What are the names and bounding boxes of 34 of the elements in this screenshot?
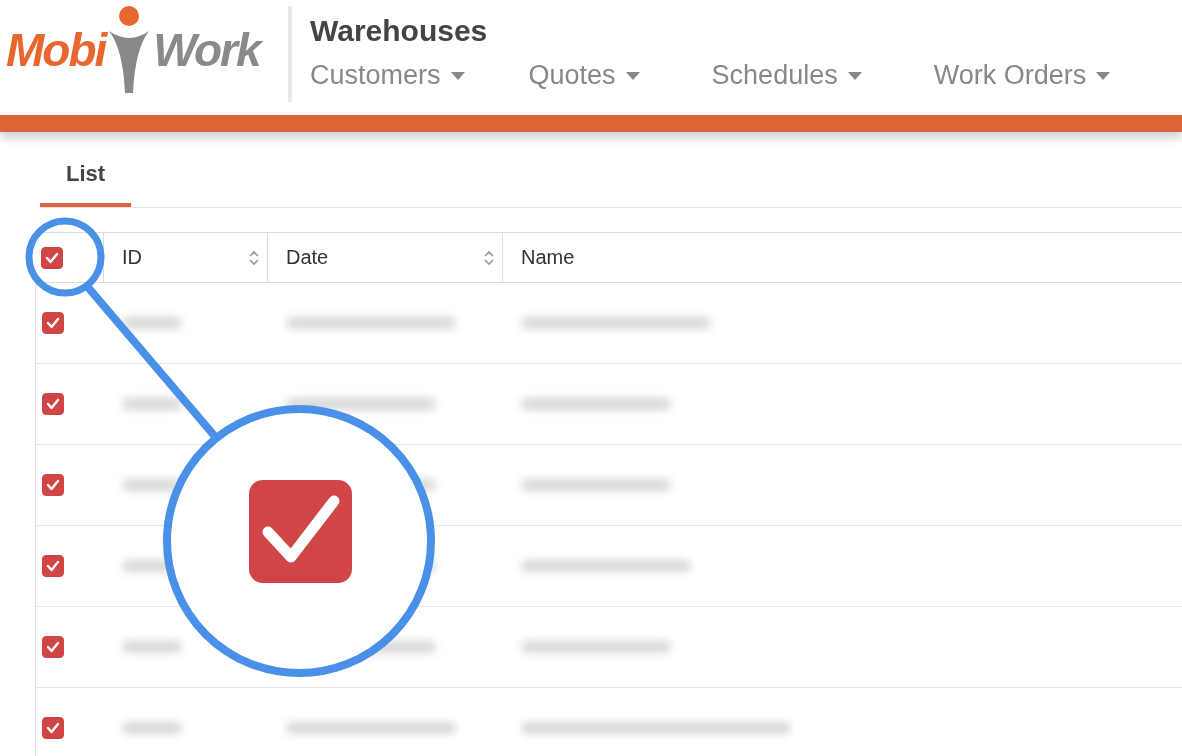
checkbox[interactable] — [42, 393, 64, 415]
checkbox[interactable] — [42, 636, 64, 658]
checkbox[interactable] — [42, 312, 64, 334]
checkbox-icon — [249, 480, 352, 583]
page-title: Warehouses — [310, 14, 489, 49]
nav-menu[interactable]: Customers — [310, 60, 465, 91]
caret-icon — [847, 71, 862, 80]
nav-menu[interactable]: Quotes — [528, 60, 640, 91]
blurred-text — [122, 641, 182, 653]
checkmark-icon — [46, 560, 60, 572]
checkmark-icon — [46, 317, 60, 329]
column-header: Name — [502, 233, 1182, 282]
checkmark-icon — [46, 398, 60, 410]
caret-icon — [625, 71, 640, 80]
nav-menu[interactable]: Schedules — [711, 60, 862, 91]
list-tab[interactable]: List — [40, 161, 132, 207]
blurred-text — [122, 317, 182, 329]
sort-icon — [484, 249, 494, 266]
checkbox[interactable] — [42, 717, 64, 739]
column-header[interactable]: Date — [267, 233, 502, 282]
checkbox[interactable] — [42, 555, 64, 577]
checkmark-icon — [45, 251, 59, 264]
nav-menu[interactable]: Work Orders — [933, 60, 1111, 91]
checkmark-icon — [46, 641, 60, 653]
blurred-text — [122, 398, 182, 410]
checkbox[interactable] — [41, 246, 63, 269]
checkmark-icon — [46, 722, 60, 734]
checkbox[interactable] — [42, 474, 64, 496]
caret-icon — [1096, 71, 1111, 80]
checkmark-icon — [46, 479, 60, 491]
caret-icon — [450, 71, 465, 80]
blurred-text — [122, 722, 182, 734]
logo: Mobi Work — [0, 0, 288, 100]
sort-icon — [249, 249, 259, 266]
